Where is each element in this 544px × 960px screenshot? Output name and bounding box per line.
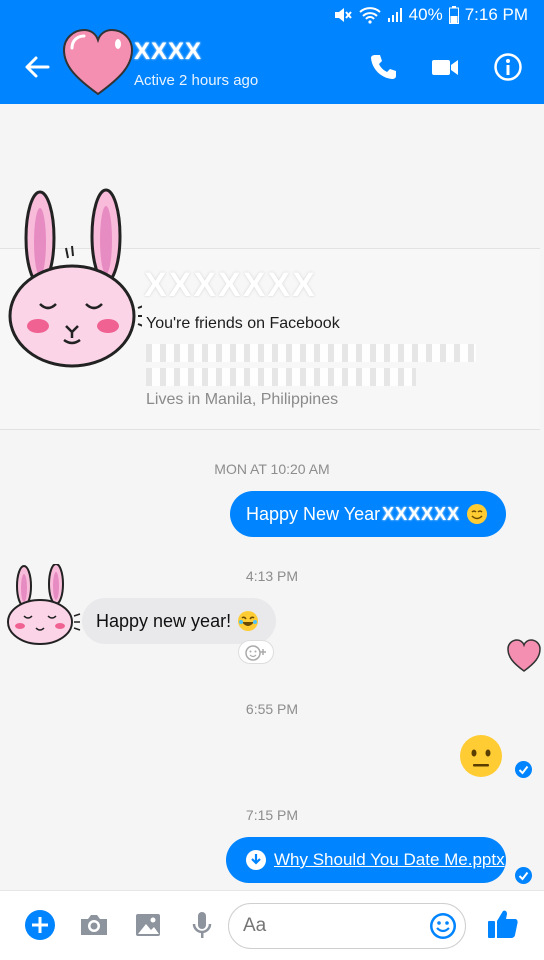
heart-icon (507, 639, 541, 672)
back-arrow-icon[interactable] (22, 52, 52, 82)
contact-name[interactable]: XXXX (134, 38, 202, 66)
bunny-avatar-large[interactable] (2, 188, 142, 378)
timestamp: 7:15 PM (245, 807, 299, 823)
microphone-icon[interactable] (186, 909, 218, 941)
timestamp: MON AT 10:20 AM (214, 461, 330, 477)
battery-icon (448, 6, 459, 24)
friends-status: You're friends on Facebook (146, 315, 340, 332)
lives-in: Lives in Manila, Philippines (146, 391, 339, 408)
signal-icon (387, 8, 402, 22)
redacted-info-line (146, 368, 416, 386)
redacted-info-line (146, 344, 476, 362)
clock-time: 7:16 PM (464, 5, 528, 24)
message-text: Happy new year! (96, 610, 232, 631)
add-reaction-icon (245, 645, 266, 661)
message-text: Happy New Year (246, 503, 381, 524)
camera-icon[interactable] (78, 909, 110, 941)
phone-icon[interactable] (368, 52, 398, 82)
file-attachment-message[interactable]: Why Should You Date Me.pptx (226, 837, 506, 883)
heart-avatar[interactable] (62, 28, 134, 98)
download-icon[interactable] (246, 850, 266, 870)
wifi-icon (358, 7, 381, 24)
neutral-face-emoji[interactable] (458, 733, 504, 779)
bunny-avatar-small[interactable] (2, 564, 82, 648)
seen-check-icon (515, 867, 532, 884)
add-reaction-button[interactable] (238, 640, 274, 664)
received-message[interactable]: Happy new year! (82, 598, 276, 644)
emoji-icon[interactable] (428, 911, 458, 941)
active-status: Active 2 hours ago (134, 72, 259, 89)
conversation-header: XXXX Active 2 hours ago (0, 28, 544, 104)
seen-check-icon (515, 761, 532, 778)
plus-icon[interactable] (24, 909, 56, 941)
timestamp: 6:55 PM (245, 701, 299, 717)
profile-name-redacted: XXXXXXX (144, 266, 317, 304)
file-link[interactable]: Why Should You Date Me.pptx (274, 850, 505, 870)
thumbs-up-icon[interactable] (486, 907, 520, 941)
gallery-icon[interactable] (132, 909, 164, 941)
video-camera-icon[interactable] (430, 52, 460, 82)
battery-percent: 40% (408, 5, 443, 24)
sent-message[interactable]: Happy New Year XXXXXX (230, 491, 506, 537)
smile-emoji-icon (467, 504, 488, 524)
mute-icon (334, 8, 352, 22)
message-redacted: XXXXXX (382, 503, 461, 524)
info-icon[interactable] (493, 52, 523, 82)
message-composer (0, 890, 544, 960)
laughing-emoji-icon (238, 611, 259, 631)
